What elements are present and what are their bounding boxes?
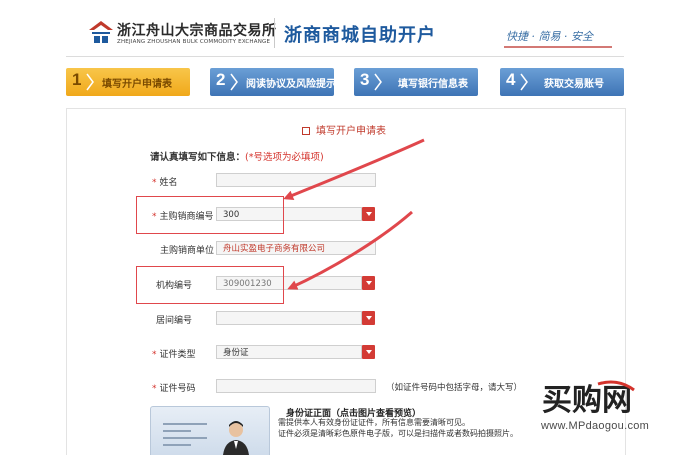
watermark-url: www.MPdaogou.com [541,420,650,432]
watermark-logo: 买购网 [542,380,635,416]
id-front-image[interactable] [150,406,270,455]
id-card-lines [163,423,207,451]
watermark-brand-text: 买购网 [542,383,632,416]
arrow-to-dealer-code [283,138,425,200]
person-silhouette-icon [223,421,249,455]
id-front-line2: 证件必须是清晰彩色原件电子版，可以是扫描件或者数码拍摄照片。 [278,428,518,438]
id-front-description: 需提供本人有效身份证证件，所有信息需要清晰可见。 证件必须是清晰彩色原件电子版，… [278,418,578,439]
arrow-to-org-code [287,210,413,290]
id-front-line1: 需提供本人有效身份证证件，所有信息需要清晰可见。 [278,418,470,427]
